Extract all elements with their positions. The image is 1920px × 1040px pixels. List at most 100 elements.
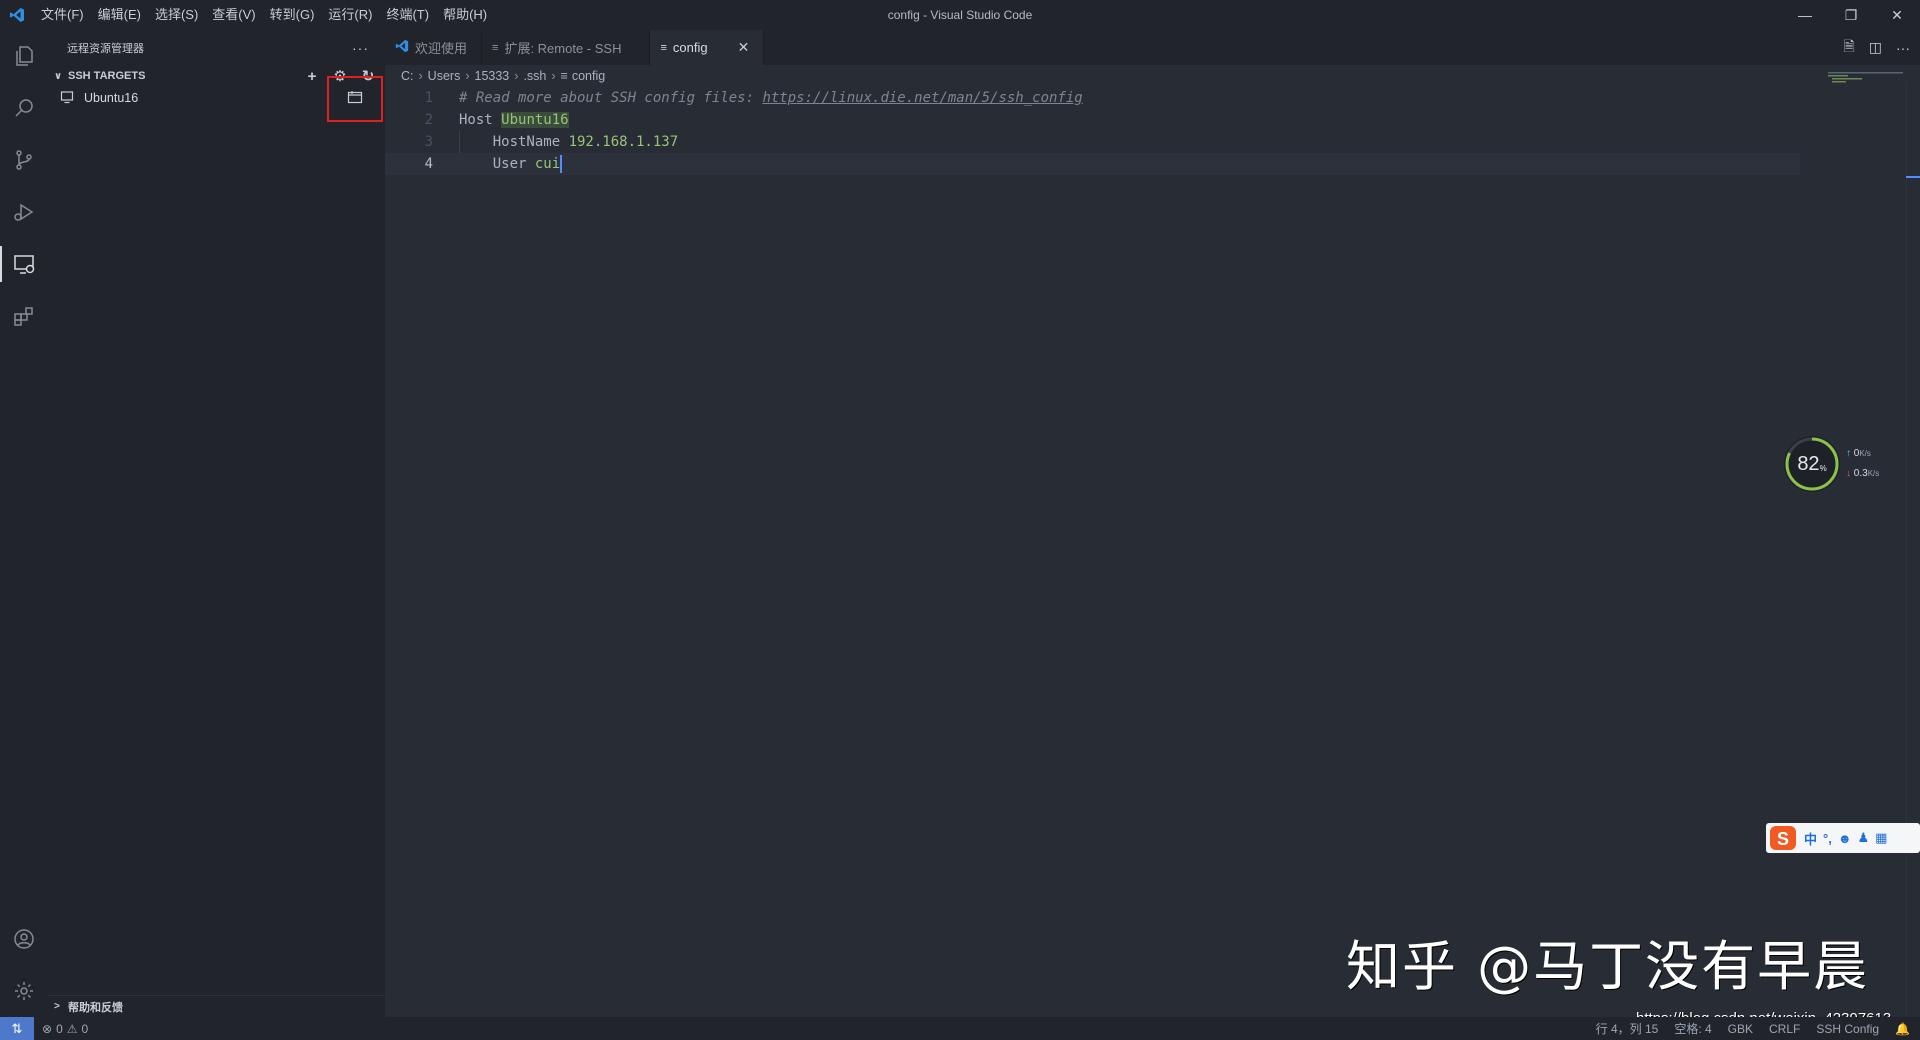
line-content: User cui [459,155,563,173]
download-value: 0.3 [1853,468,1868,479]
code-editor[interactable]: 1 # Read more about SSH config files: ht… [385,87,1920,175]
comment-link[interactable]: https://linux.die.net/man/5/ssh_config [762,90,1082,106]
run-debug-icon[interactable] [0,186,48,238]
source-control-icon[interactable] [0,134,48,186]
text-cursor [560,155,563,173]
chevron-right-icon: › [514,69,519,83]
chevron-down-icon: ∨ [54,70,63,82]
close-tab-icon[interactable]: ✕ [738,39,750,56]
cpu-gauge: 82% [1784,436,1840,492]
breadcrumb: C: › Users › 15333 › .ssh › ≡ config [385,65,1920,87]
remote-indicator-icon[interactable]: ⇅ [0,1017,34,1040]
sidebar-header: 远程资源管理器 ··· [48,30,385,65]
network-speed-widget[interactable]: 82% ↑ 0K/s ↓ 0.3K/s [1784,436,1902,492]
tab-welcome[interactable]: 欢迎使用 [385,30,483,65]
more-actions-icon[interactable]: ··· [352,40,369,56]
editor-actions: 🗎 ◫ ··· [1844,30,1911,65]
chevron-right-icon: › [418,69,423,83]
close-window-button[interactable]: ✕ [1874,0,1920,30]
accounts-icon[interactable] [0,913,48,965]
line-content: Host Ubuntu16 [459,112,569,128]
line-number: 3 [424,134,433,150]
gauge-percent: 82 [1797,452,1820,475]
menu-bar: 文件(F) 编辑(E) 选择(S) 查看(V) 转到(G) 运行(R) 终端(T… [34,0,494,30]
code-line: 2 Host Ubuntu16 [385,109,1920,131]
cursor-position[interactable]: 行 4，列 15 [1596,1020,1659,1037]
restore-button[interactable]: ❐ [1828,0,1874,30]
language-mode[interactable]: SSH Config [1816,1022,1879,1036]
tab-label: 欢迎使用 [415,41,468,56]
status-bar: ⇅ ⊗ 0 ⚠ 0 行 4，列 15 空格: 4 GBK CRLF SSH Co… [0,1017,1920,1040]
add-target-icon[interactable]: + [301,67,323,85]
split-editor-icon[interactable]: ◫ [1869,39,1882,56]
more-actions-icon[interactable]: ··· [1896,40,1910,56]
breadcrumb-item[interactable]: config [572,69,605,83]
indentation[interactable]: 空格: 4 [1674,1020,1711,1037]
speed-readout: ↑ 0K/s ↓ 0.3K/s [1846,444,1879,484]
warning-icon: ⚠ [66,1021,78,1036]
emoji-icon[interactable]: ☻ [1838,831,1852,846]
toolbox-grid-icon[interactable]: ▦ [1875,830,1887,846]
menu-go[interactable]: 转到(G) [263,0,322,30]
ime-toolbar[interactable]: S 中 °, ☻ ♟ ▦ [1766,823,1920,853]
chevron-right-icon: › [465,69,470,83]
menu-help[interactable]: 帮助(H) [436,0,494,30]
menu-edit[interactable]: 编辑(E) [91,0,148,30]
explorer-icon[interactable] [0,30,48,82]
keyword-hostname: HostName [492,134,569,150]
warning-count: 0 [81,1021,89,1036]
breadcrumb-item[interactable]: C: [401,69,414,83]
tab-extension-remote-ssh[interactable]: ≡ 扩展: Remote - SSH [482,30,651,65]
breadcrumb-item[interactable]: Users [428,69,461,83]
line-number: 2 [424,112,433,128]
line-number: 4 [424,156,433,172]
monitor-icon [60,90,78,107]
search-icon[interactable] [0,82,48,134]
ime-language-toggle[interactable]: 中 [1804,829,1817,848]
ime-punctuation-toggle[interactable]: °, [1823,831,1832,846]
open-preview-icon[interactable]: 🗎 [1844,36,1855,60]
encoding[interactable]: GBK [1728,1022,1753,1036]
arrow-down-icon: ↓ [1846,468,1851,479]
menu-file[interactable]: 文件(F) [34,0,91,30]
status-right: 行 4，列 15 空格: 4 GBK CRLF SSH Config 🔔 [1596,1020,1910,1037]
user-value: cui [534,156,561,172]
breadcrumb-item[interactable]: 15333 [475,69,510,83]
activity-bar-bottom [0,913,48,1017]
problems-indicator[interactable]: ⊗ 0 ⚠ 0 [42,1022,88,1036]
line-number: 1 [424,90,433,106]
file-icon: ≡ [560,69,568,83]
remote-explorer-icon[interactable] [0,238,48,290]
extensions-icon[interactable] [0,290,48,342]
minimap[interactable] [1828,70,1908,90]
menu-view[interactable]: 查看(V) [205,0,262,30]
code-line: 3 HostName 192.168.1.137 [385,131,1920,153]
arrow-up-icon: ↑ [1846,448,1851,459]
help-feedback-section-header[interactable]: > 帮助和反馈 [48,995,385,1017]
section-title: SSH TARGETS [68,70,146,82]
download-speed: ↓ 0.3K/s [1846,464,1879,484]
menu-terminal[interactable]: 终端(T) [379,0,436,30]
editor-area: 欢迎使用 ≡ 扩展: Remote - SSH ≡ config ✕ 🗎 ◫ ·… [385,30,1920,1017]
minimize-button[interactable]: — [1782,0,1828,30]
user-icon[interactable]: ♟ [1858,830,1870,846]
sogou-logo-icon[interactable]: S [1768,824,1798,852]
breadcrumb-item[interactable]: .ssh [523,69,546,83]
tab-config[interactable]: ≡ config ✕ [650,30,765,65]
annotation-highlight-box [327,76,383,122]
manage-gear-icon[interactable] [0,965,48,1017]
vertical-scrollbar[interactable] [1906,83,1920,1017]
activity-bar [0,30,48,1017]
keyword-host: Host [459,112,502,128]
tab-label: config [672,40,708,55]
menu-selection[interactable]: 选择(S) [148,0,205,30]
remote-explorer-sidebar: 远程资源管理器 ··· ∨ SSH TARGETS + ⚙ ↻ Ubuntu16… [48,30,385,1017]
zhihu-watermark: 知乎 @马丁没有早晨 [1346,935,1870,998]
comment-text: # Read more about SSH config files: [459,90,763,106]
vscode-logo-icon [0,0,34,30]
ssh-target-label: Ubuntu16 [84,91,139,105]
notifications-bell-icon[interactable]: 🔔 [1895,1022,1910,1036]
vscode-icon [395,39,409,56]
menu-run[interactable]: 运行(R) [321,0,379,30]
end-of-line[interactable]: CRLF [1769,1022,1800,1036]
